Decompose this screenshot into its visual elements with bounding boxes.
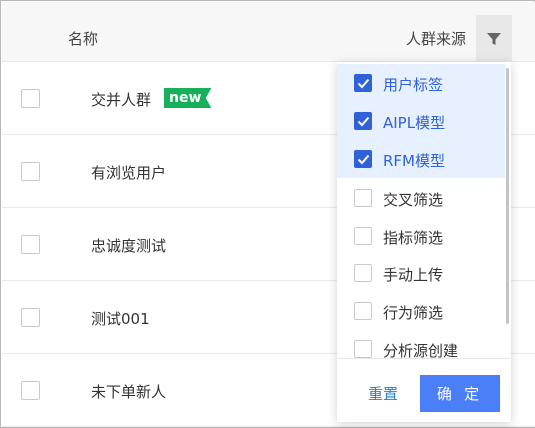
- new-badge: new: [164, 88, 212, 108]
- row-checkbox[interactable]: [21, 381, 40, 400]
- option-label: RFM模型: [383, 152, 445, 170]
- option-label: 行为筛选: [383, 304, 444, 322]
- row-name: 忠诚度测试: [91, 237, 167, 255]
- option-checkbox[interactable]: [354, 189, 372, 207]
- checkmark-icon: [357, 154, 370, 165]
- source-filter-dropdown: 用户标签 AIPL模型 RFM模型 交叉筛选 指标筛选 手动上传 行为筛选 分析…: [337, 62, 511, 422]
- filter-option[interactable]: 手动上传: [337, 254, 505, 292]
- checkmark-icon: [357, 78, 370, 89]
- option-checkbox[interactable]: [354, 227, 372, 245]
- checkmark-icon: [357, 116, 370, 127]
- filter-option-list: 用户标签 AIPL模型 RFM模型 交叉筛选 指标筛选 手动上传 行为筛选 分析…: [337, 62, 511, 358]
- option-label: 指标筛选: [383, 229, 444, 247]
- filter-option[interactable]: 指标筛选: [337, 217, 505, 255]
- row-checkbox[interactable]: [21, 235, 40, 254]
- column-header-name: 名称: [68, 30, 99, 48]
- option-label: 分析源创建: [383, 342, 459, 358]
- table-header: 名称 人群来源: [2, 2, 535, 62]
- option-checkbox[interactable]: [354, 74, 372, 92]
- filter-option[interactable]: AIPL模型: [337, 102, 505, 140]
- option-checkbox[interactable]: [354, 302, 372, 320]
- row-checkbox[interactable]: [21, 162, 40, 181]
- option-label: 用户标签: [383, 76, 444, 94]
- row-name: 未下单新人: [91, 383, 167, 401]
- option-checkbox[interactable]: [354, 340, 372, 358]
- row-name: 测试001: [91, 310, 150, 328]
- option-checkbox[interactable]: [354, 112, 372, 130]
- option-label: 手动上传: [383, 266, 444, 284]
- filter-funnel-icon: [487, 32, 501, 45]
- option-label: AIPL模型: [383, 114, 446, 132]
- column-header-source: 人群来源: [406, 30, 467, 48]
- filter-button[interactable]: [476, 15, 512, 62]
- filter-option[interactable]: 交叉筛选: [337, 179, 505, 217]
- option-checkbox[interactable]: [354, 150, 372, 168]
- row-checkbox[interactable]: [21, 308, 40, 327]
- dropdown-footer: 重置 确 定: [337, 358, 511, 422]
- dropdown-scrollbar[interactable]: [506, 68, 509, 324]
- filter-option[interactable]: 用户标签: [337, 64, 505, 102]
- row-checkbox[interactable]: [21, 89, 40, 108]
- row-name: 交并人群: [91, 91, 152, 109]
- filter-option[interactable]: RFM模型: [337, 140, 505, 178]
- option-label: 交叉筛选: [383, 191, 444, 209]
- confirm-button[interactable]: 确 定: [420, 375, 500, 412]
- row-name: 有浏览用户: [91, 164, 167, 182]
- table-panel: 名称 人群来源 交并人群 new 有浏览用户 忠诚度测试 测试001 未下单新人: [0, 0, 535, 428]
- reset-button[interactable]: 重置: [368, 383, 398, 404]
- filter-option[interactable]: 行为筛选: [337, 292, 505, 330]
- option-checkbox[interactable]: [354, 264, 372, 282]
- filter-option[interactable]: 分析源创建: [337, 330, 505, 358]
